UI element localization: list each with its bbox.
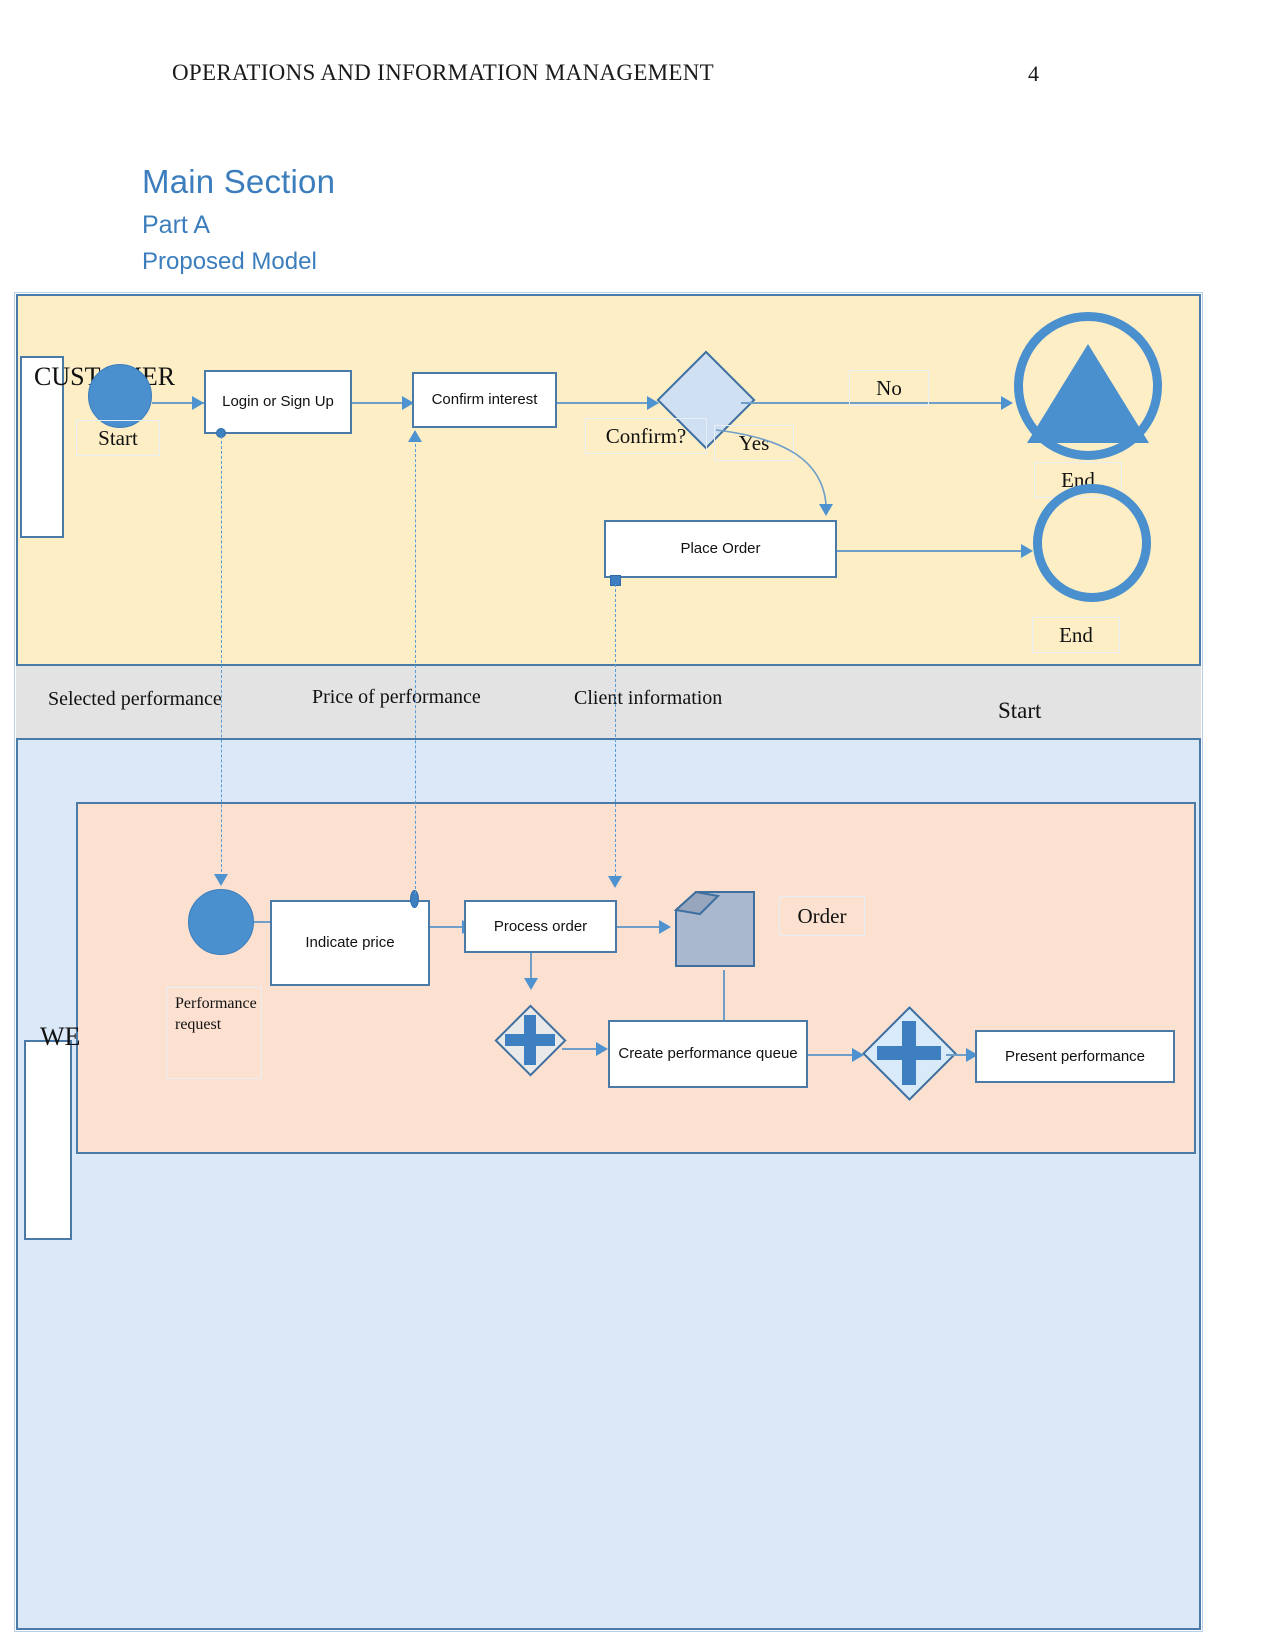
end-event-plain[interactable] [1033, 484, 1151, 602]
document-running-head: OPERATIONS AND INFORMATION MANAGEMENT [172, 60, 715, 85]
document-artifact-order [673, 890, 755, 967]
message-flow-label-price-of-performance: Price of performance [312, 686, 481, 708]
annotation-performance-request: Performance request [166, 987, 262, 1079]
parallel-gateway-1-plus-icon-h [505, 1034, 555, 1046]
artifact-label-order: Order [779, 896, 865, 936]
task-indicate-price[interactable]: Indicate price [270, 900, 430, 986]
message-flow-2-price-of-performance [415, 444, 416, 894]
flow-place-order-to-end [837, 550, 1031, 552]
heading-part-a: Part A [142, 211, 211, 239]
message-flow-3-client-information [615, 584, 616, 882]
task-confirm-interest[interactable]: Confirm interest [412, 372, 557, 428]
heading-main-section: Main Section [142, 163, 336, 200]
heading-proposed-model: Proposed Model [142, 248, 317, 275]
flow-process-order-to-order-doc-arrow [659, 920, 671, 934]
start-event-customer[interactable] [88, 364, 152, 428]
bpmn-diagram: CUSTOMER Start Login or Sign Up Confirm … [14, 292, 1203, 1632]
lane-header-website [24, 1040, 72, 1240]
flow-gateway-1-to-create-queue-arrow [596, 1042, 608, 1056]
message-flow-3-arrow [608, 876, 622, 888]
gateway-confirm-label: Confirm? [585, 418, 707, 454]
band-label-start: Start [998, 698, 1042, 723]
task-process-order[interactable]: Process order [464, 900, 617, 953]
start-event-website[interactable] [188, 889, 254, 955]
flow-start-to-login-arrow [192, 396, 204, 410]
flow-yes-curve-arrow [819, 504, 833, 516]
flow-confirm-to-gateway [557, 402, 657, 404]
message-flow-label-selected-performance: Selected performance [48, 688, 222, 710]
message-flow-2-arrow [408, 430, 422, 442]
message-flow-1-arrow [214, 874, 228, 886]
flow-create-queue-to-gateway-2-arrow [852, 1048, 864, 1062]
task-place-order[interactable]: Place Order [604, 520, 837, 578]
flow-label-yes: Yes [714, 425, 794, 461]
task-create-performance-queue[interactable]: Create performance queue [608, 1020, 808, 1088]
start-event-customer-label: Start [76, 420, 160, 456]
message-flow-label-client-information: Client information [574, 687, 723, 709]
flow-place-order-to-end-arrow [1021, 544, 1033, 558]
page-number: 4 [1028, 61, 1039, 86]
subprocess-container [76, 802, 1196, 1154]
flow-process-order-to-gateway-1-arrow [524, 978, 538, 990]
lane-title-website: WE [40, 1022, 81, 1051]
terminate-triangle-icon [1027, 344, 1149, 443]
parallel-gateway-2-plus-icon-h [877, 1046, 941, 1060]
task-present-performance[interactable]: Present performance [975, 1030, 1175, 1083]
flow-label-no: No [849, 370, 929, 406]
task-login-or-sign-up[interactable]: Login or Sign Up [204, 370, 352, 434]
page-header: OPERATIONS AND INFORMATION MANAGEMENT 4 [0, 60, 1275, 100]
message-flow-1-selected-performance [221, 436, 222, 882]
end-event-plain-label: End [1032, 617, 1120, 653]
flow-no-branch-arrow [1001, 396, 1013, 410]
